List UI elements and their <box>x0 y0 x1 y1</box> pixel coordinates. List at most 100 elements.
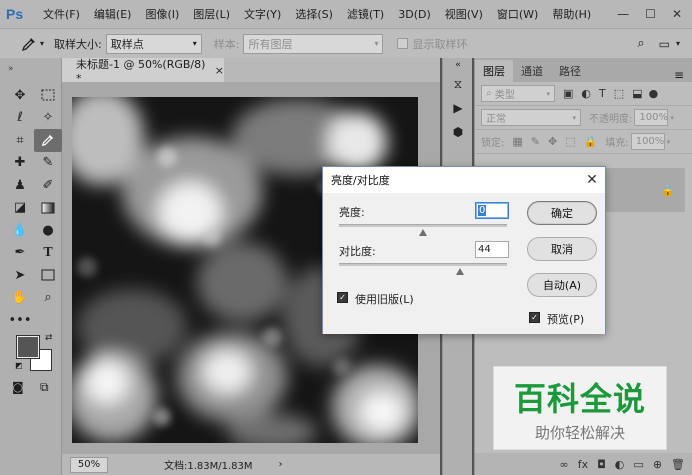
new-adjustment-icon[interactable]: ◐ <box>615 458 625 471</box>
clone-stamp-tool-icon[interactable]: ♟ <box>6 174 34 197</box>
filter-shape-icon[interactable]: ⬚ <box>614 87 624 100</box>
maximize-button[interactable]: ☐ <box>645 7 656 21</box>
delete-layer-icon[interactable]: 🗑 <box>671 458 685 471</box>
fill-field[interactable]: 100% <box>630 133 665 150</box>
close-window-button[interactable]: ✕ <box>672 7 682 21</box>
use-legacy-checkbox[interactable]: ✓ <box>337 292 348 303</box>
tool-preset-chevron-icon[interactable]: ▾ <box>40 39 44 48</box>
sample-select[interactable]: 所有图层 ▾ <box>243 33 384 54</box>
lock-transparent-icon[interactable]: ▦ <box>512 135 522 148</box>
filter-type-icon[interactable]: T <box>599 87 606 100</box>
screen-mode-icon[interactable]: ⧉ <box>40 380 49 395</box>
add-mask-icon[interactable]: ◘ <box>597 458 606 471</box>
filter-adjustment-icon[interactable]: ◐ <box>581 87 591 100</box>
blur-tool-icon[interactable]: 💧 <box>6 219 34 242</box>
link-layers-icon[interactable]: ∞ <box>560 458 569 471</box>
default-colors-icon[interactable]: ◩ <box>15 361 23 370</box>
gradient-tool-icon[interactable] <box>34 197 62 220</box>
opacity-field[interactable]: 100% <box>634 109 669 126</box>
move-tool-icon[interactable]: ✥ <box>6 84 34 107</box>
close-icon[interactable]: × <box>215 64 224 77</box>
menu-bar: Ps 文件(F) 编辑(E) 图像(I) 图层(L) 文字(Y) 选择(S) 滤… <box>0 0 692 28</box>
status-bar: 50% 文档:1.83M/1.83M › <box>62 454 440 475</box>
status-menu-arrow[interactable]: › <box>279 459 283 470</box>
sample-size-select[interactable]: 取样点 ▾ <box>105 33 202 54</box>
new-layer-icon[interactable]: ⊕ <box>653 458 662 471</box>
type-tool-icon[interactable]: T <box>34 242 62 265</box>
tab-channels[interactable]: 通道 <box>513 60 551 82</box>
chevron-down-icon[interactable]: ▾ <box>670 114 674 122</box>
foreground-color-swatch[interactable] <box>16 335 40 359</box>
search-icon[interactable]: ⌕ <box>637 36 644 51</box>
filter-toggle-icon[interactable]: ● <box>649 87 659 100</box>
close-icon[interactable]: ✕ <box>579 172 605 188</box>
preview-checkbox[interactable]: ✓ <box>529 312 540 323</box>
brush-tool-icon[interactable]: ✎ <box>34 152 62 175</box>
document-tab[interactable]: 未标题-1 @ 50%(RGB/8) * × <box>62 58 224 85</box>
eraser-tool-icon[interactable]: ◪ <box>6 197 34 220</box>
filter-smart-object-icon[interactable]: ⬓ <box>632 87 642 100</box>
ok-button[interactable]: 确定 <box>527 201 597 225</box>
marquee-tool-icon[interactable] <box>34 84 62 107</box>
swap-colors-icon[interactable]: ⇄ <box>45 333 53 343</box>
menu-view[interactable]: 视图(V) <box>438 6 490 22</box>
dodge-tool-icon[interactable]: ● <box>34 219 62 242</box>
chevron-down-icon[interactable]: ▾ <box>667 138 671 146</box>
history-panel-icon[interactable]: ⧖ <box>443 72 473 96</box>
contrast-slider-thumb[interactable] <box>455 268 464 275</box>
tab-layers[interactable]: 图层 <box>475 60 513 82</box>
show-ring-checkbox[interactable] <box>397 38 409 49</box>
eyedropper-tool-icon[interactable] <box>34 129 62 152</box>
path-selection-tool-icon[interactable]: ➤ <box>6 264 34 287</box>
healing-brush-tool-icon[interactable]: ✚ <box>6 152 34 175</box>
zoom-tool-icon[interactable]: ⌕ <box>34 287 62 310</box>
crop-tool-icon[interactable]: ⌗ <box>6 129 34 152</box>
brightness-input[interactable]: 0 <box>475 202 509 219</box>
3d-panel-icon[interactable]: ⬢ <box>443 120 473 144</box>
menu-3d[interactable]: 3D(D) <box>391 8 438 21</box>
magic-wand-tool-icon[interactable]: ✧ <box>34 107 62 130</box>
menu-type[interactable]: 文字(Y) <box>237 6 288 22</box>
minimize-button[interactable]: — <box>617 7 629 21</box>
menu-image[interactable]: 图像(I) <box>138 6 186 22</box>
new-group-icon[interactable]: ▭ <box>633 458 643 471</box>
menu-help[interactable]: 帮助(H) <box>545 6 598 22</box>
quick-mask-icon[interactable]: ◙ <box>12 380 24 394</box>
menu-layer[interactable]: 图层(L) <box>186 6 237 22</box>
lock-position-icon[interactable]: ✥ <box>548 135 557 148</box>
watermark-title: 百科全说 <box>513 379 646 418</box>
contrast-input[interactable]: 44 <box>475 241 509 258</box>
collapse-icon[interactable]: « <box>443 58 473 72</box>
more-tools-icon[interactable]: ••• <box>6 309 34 332</box>
menu-edit[interactable]: 编辑(E) <box>87 6 139 22</box>
blend-mode-select[interactable]: 正常 ▾ <box>481 109 581 126</box>
layer-style-icon[interactable]: fx <box>578 458 588 471</box>
zoom-level-field[interactable]: 50% <box>70 456 108 473</box>
menu-filter[interactable]: 滤镜(T) <box>340 6 391 22</box>
menu-select[interactable]: 选择(S) <box>288 6 340 22</box>
chevron-down-icon[interactable]: ▾ <box>676 39 680 48</box>
lock-all-icon[interactable]: 🔒 <box>584 135 598 148</box>
menu-file[interactable]: 文件(F) <box>36 6 87 22</box>
menu-window[interactable]: 窗口(W) <box>490 6 545 22</box>
lock-pixels-icon[interactable]: ✎ <box>531 135 540 148</box>
hand-tool-icon[interactable]: ✋ <box>6 287 34 310</box>
filter-pixel-icon[interactable]: ▣ <box>563 87 573 100</box>
layer-kind-filter[interactable]: ⌕ 类型 ▾ <box>481 85 555 102</box>
brightness-slider-track[interactable] <box>339 224 507 236</box>
collapse-icon[interactable]: » <box>8 64 14 74</box>
actions-panel-icon[interactable]: ▶ <box>443 96 473 120</box>
auto-button[interactable]: 自动(A) <box>527 273 597 297</box>
panel-menu-icon[interactable]: ≡ <box>674 68 692 82</box>
lock-artboard-icon[interactable]: ⬚ <box>565 135 575 148</box>
workspace-icon[interactable]: ▭ <box>659 37 670 51</box>
cancel-button[interactable]: 取消 <box>527 237 597 261</box>
pen-tool-icon[interactable]: ✒ <box>6 242 34 265</box>
lasso-tool-icon[interactable]: ℓ <box>6 107 34 130</box>
tab-paths[interactable]: 路径 <box>551 60 589 82</box>
eyedropper-icon[interactable] <box>16 33 42 55</box>
contrast-slider-track[interactable] <box>339 263 507 275</box>
brightness-slider-thumb[interactable] <box>419 229 427 236</box>
history-brush-tool-icon[interactable]: ✐ <box>34 174 62 197</box>
rectangle-tool-icon[interactable] <box>34 264 62 287</box>
